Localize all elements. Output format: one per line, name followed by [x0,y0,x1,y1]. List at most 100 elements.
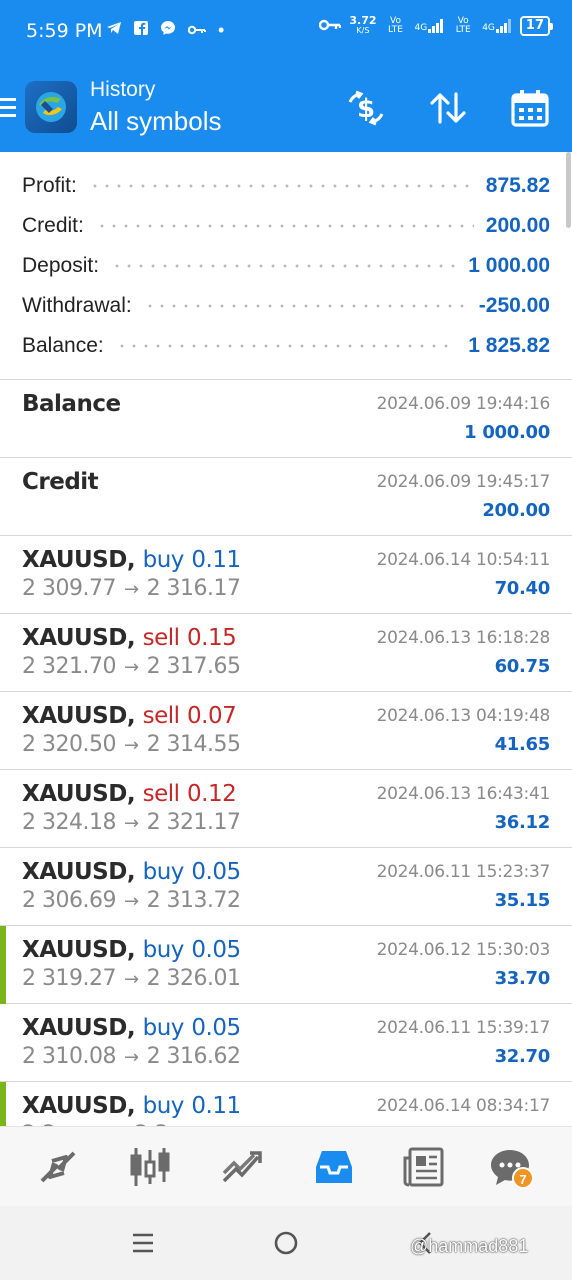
trade-prices: 2 324.18 → 2 321.17 [22,810,241,835]
trade-row[interactable]: XAUUSD, sell 0.15 2 321.70 → 2 317.65 2024.0… [0,614,572,692]
deals-type-button[interactable]: $ [344,88,388,128]
inbox-icon [316,1151,352,1183]
dot-icon: • [218,20,225,40]
trade-profit: 60.75 [494,656,551,677]
trade-symbol: XAUUSD, [22,859,136,885]
recents-icon [133,1233,153,1253]
trade-row[interactable]: XAUUSD, buy 0.05 2 306.69 → 2 313.72 2024.06… [0,848,572,926]
sim1-volte: Vo LTE [388,16,403,35]
open-price: 2 321.70 [22,654,116,679]
sim2-volte: Vo LTE [455,16,471,35]
account-summary: Profit: 875.82 Credit: 200.00 Deposit: 1 00… [0,152,572,380]
trade-title: XAUUSD, sell 0.15 [22,625,237,651]
trade-row[interactable]: XAUUSD, sell 0.12 2 324.18 → 2 321.17 2024.0… [0,770,572,848]
trade-symbol: XAUUSD, [22,547,136,573]
calendar-button[interactable] [508,88,552,128]
trade-volume: 0.11 [191,547,241,573]
trade-symbol: XAUUSD, [22,625,136,651]
trade-time: 2024.06.14 10:54:11 [376,550,551,570]
close-price: 2 316.62 [146,1044,241,1069]
list-item-balance[interactable]: Balance 2024.06.09 19:44:16 1 000.00 [0,380,572,458]
trade-symbol: XAUUSD, [22,1015,136,1041]
trade-row[interactable]: XAUUSD, buy 0.05 2 319.27 → 2 326.01 2024.06… [0,926,572,1004]
trade-side: buy [142,937,185,963]
trade-row[interactable]: XAUUSD, sell 0.07 2 320.50 → 2 314.55 2024.0… [0,692,572,770]
trade-time: 2024.06.13 16:43:41 [376,784,551,804]
trade-profit: 35.15 [494,890,551,911]
trade-volume: 0.05 [191,1015,241,1041]
home-circle-icon [274,1231,298,1255]
summary-row-balance: Balance: 1 825.82 [22,334,550,357]
trade-time: 2024.06.12 15:30:03 [376,940,551,960]
trade-symbol: XAUUSD, [22,703,136,729]
close-price: 2 313.72 [146,888,241,913]
trade-side: buy [142,1093,185,1119]
summary-row-deposit: Deposit: 1 000.00 [22,254,550,277]
trade-profit: 36.12 [494,812,551,833]
trade-profit: 41.65 [494,734,551,755]
home-button[interactable] [273,1230,299,1256]
trade-title: XAUUSD, sell 0.12 [22,781,237,807]
news-tab[interactable] [398,1141,450,1193]
sim2-signal: 4G [482,19,512,33]
trade-title: XAUUSD, sell 0.07 [22,703,237,729]
list-item-credit[interactable]: Credit 2024.06.09 19:45:17 200.00 [0,458,572,536]
price-arrow: → [123,579,139,600]
recents-button[interactable] [130,1230,156,1256]
battery-indicator: 17 [519,16,554,36]
close-price: 2 321.17 [146,810,241,835]
net-speed: 3.72 K/S [349,14,377,35]
sort-icon [430,92,466,124]
notification-icons: • [106,20,224,40]
price-arrow: → [123,657,139,678]
price-arrow: → [123,735,139,756]
chat-tab[interactable]: 7 [484,1141,536,1193]
quotes-icon [40,1151,76,1183]
trade-row[interactable]: XAUUSD, buy 0.05 2 310.08 → 2 316.62 2024.06… [0,1004,572,1082]
trade-tab[interactable] [216,1141,268,1193]
close-price: 2 314.55 [146,732,241,757]
key-icon [187,22,206,39]
close-price: 2 316.17 [146,576,241,601]
watermark-text: @hammad881 [410,1236,529,1256]
open-price: 2 324.18 [22,810,116,835]
trend-icon [222,1151,262,1183]
app-bar: History All symbols $ [0,66,572,152]
trade-profit: 32.70 [494,1046,551,1067]
trade-title: XAUUSD, buy 0.11 [22,1093,241,1119]
history-tab[interactable] [308,1141,360,1193]
trade-prices: 2 306.69 → 2 313.72 [22,888,241,913]
trade-prices: 2 310.08 → 2 316.62 [22,1044,241,1069]
summary-row-credit: Credit: 200.00 [22,214,550,237]
trade-title: XAUUSD, buy 0.11 [22,547,241,573]
quotes-tab[interactable] [32,1141,84,1193]
status-time: 5:59 PM [26,20,103,42]
trade-row[interactable]: XAUUSD, buy 0.11 2 309.77 → 2 316.17 2024.06… [0,536,572,614]
trade-symbol: XAUUSD, [22,937,136,963]
symbol-filter[interactable]: All symbols [90,106,221,137]
open-price: 2 309.77 [22,576,116,601]
trade-title: XAUUSD, buy 0.05 [22,859,241,885]
metatrader-logo [25,81,77,133]
open-price: 2 306.69 [22,888,116,913]
scrollbar-thumb[interactable] [566,152,571,228]
trade-volume: 0.05 [191,859,241,885]
sort-button[interactable] [426,88,470,128]
calendar-icon [511,90,549,127]
open-price: 2 310.08 [22,1044,116,1069]
system-nav-bar: @hammad881 [0,1206,572,1280]
row-marker [0,926,6,1004]
trade-side: buy [142,859,185,885]
trade-volume: 0.05 [191,937,241,963]
trade-symbol: XAUUSD, [22,781,136,807]
trade-time: 2024.06.11 15:39:17 [376,1018,551,1038]
chat-unread-badge: 7 [512,1167,534,1189]
trade-prices: 2 319.27 → 2 326.01 [22,966,241,991]
trade-volume: 0.07 [187,703,237,729]
menu-icon[interactable] [0,98,16,122]
trade-volume: 0.15 [187,625,237,651]
chart-tab[interactable] [124,1141,176,1193]
news-icon [403,1147,444,1187]
dollar-exchange-icon: $ [348,90,384,126]
price-arrow: → [123,813,139,834]
